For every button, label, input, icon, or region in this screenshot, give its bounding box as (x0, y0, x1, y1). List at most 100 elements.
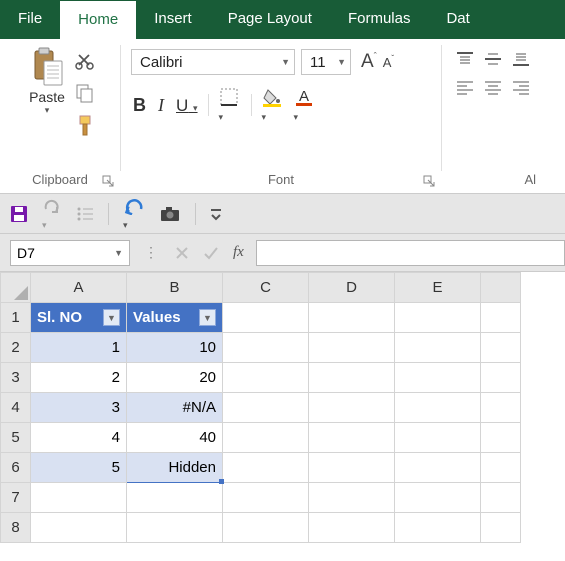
cell[interactable] (309, 513, 395, 543)
cell[interactable]: Values▼ (127, 303, 223, 333)
cell[interactable] (309, 393, 395, 423)
cell[interactable] (309, 483, 395, 513)
undo-button[interactable]: ▾ (123, 197, 145, 231)
spreadsheet-grid[interactable]: A B C D E 1 Sl. NO▼ Values▼ 2 1 10 3 2 2… (0, 272, 521, 543)
cell[interactable] (309, 423, 395, 453)
cell[interactable]: 2 (31, 363, 127, 393)
align-center-button[interactable] (484, 79, 502, 95)
tab-home[interactable]: Home (60, 0, 136, 39)
cell[interactable]: Hidden (127, 453, 223, 483)
font-color-button[interactable]: A ▾ (294, 87, 316, 123)
filter-button[interactable]: ▼ (199, 309, 216, 326)
decrease-font-button[interactable]: Aˇ (383, 54, 394, 70)
cell[interactable]: 40 (127, 423, 223, 453)
cell[interactable]: 10 (127, 333, 223, 363)
cell[interactable] (223, 483, 309, 513)
tab-page-layout[interactable]: Page Layout (210, 0, 330, 39)
cell[interactable] (127, 483, 223, 513)
cell[interactable] (481, 393, 521, 423)
enter-formula-button[interactable] (203, 246, 219, 260)
cell[interactable] (481, 483, 521, 513)
formula-bar[interactable] (256, 240, 565, 266)
row-header[interactable]: 8 (1, 513, 31, 543)
customize-qat-button[interactable] (210, 207, 222, 221)
row-header[interactable]: 1 (1, 303, 31, 333)
format-painter-button[interactable] (75, 115, 95, 137)
cell[interactable] (31, 483, 127, 513)
cell[interactable]: 1 (31, 333, 127, 363)
align-bottom-button[interactable] (512, 51, 530, 67)
dialog-launcher[interactable] (102, 175, 114, 187)
cell[interactable] (481, 333, 521, 363)
column-header[interactable] (481, 273, 521, 303)
cell[interactable] (127, 513, 223, 543)
align-left-button[interactable] (456, 79, 474, 95)
cell[interactable] (481, 303, 521, 333)
filter-button[interactable]: ▼ (103, 309, 120, 326)
cell[interactable] (309, 303, 395, 333)
row-header[interactable]: 7 (1, 483, 31, 513)
cell[interactable] (481, 423, 521, 453)
underline-button[interactable]: U ▾ (176, 96, 198, 116)
cell[interactable] (395, 333, 481, 363)
tab-formulas[interactable]: Formulas (330, 0, 429, 39)
row-header[interactable]: 2 (1, 333, 31, 363)
row-header[interactable]: 5 (1, 423, 31, 453)
copy-button[interactable] (75, 83, 95, 103)
align-top-button[interactable] (456, 51, 474, 67)
fill-color-button[interactable]: ▾ (262, 87, 284, 123)
cell[interactable] (223, 303, 309, 333)
cell[interactable] (395, 483, 481, 513)
tab-data[interactable]: Dat (428, 0, 487, 39)
cell[interactable] (223, 453, 309, 483)
borders-button[interactable]: ▾ (219, 87, 241, 123)
cell[interactable] (481, 453, 521, 483)
cell[interactable] (223, 423, 309, 453)
cell[interactable]: 20 (127, 363, 223, 393)
cell[interactable] (395, 423, 481, 453)
bold-button[interactable]: B (133, 95, 146, 116)
redo-button[interactable]: ▾ (42, 197, 62, 231)
cell[interactable] (223, 513, 309, 543)
cell[interactable] (395, 303, 481, 333)
column-header[interactable]: C (223, 273, 309, 303)
bullets-button[interactable] (76, 205, 94, 223)
cell[interactable] (223, 393, 309, 423)
cell[interactable] (395, 363, 481, 393)
cell[interactable] (309, 333, 395, 363)
font-size-selector[interactable]: 11▼ (301, 49, 351, 75)
row-header[interactable]: 3 (1, 363, 31, 393)
align-middle-button[interactable] (484, 51, 502, 67)
cut-button[interactable] (75, 51, 95, 71)
cell[interactable] (395, 393, 481, 423)
column-header[interactable]: D (309, 273, 395, 303)
cell[interactable] (309, 363, 395, 393)
row-header[interactable]: 6 (1, 453, 31, 483)
column-header[interactable]: A (31, 273, 127, 303)
cell[interactable] (395, 453, 481, 483)
cell[interactable] (309, 453, 395, 483)
tab-file[interactable]: File (0, 0, 60, 39)
cell[interactable]: Sl. NO▼ (31, 303, 127, 333)
save-button[interactable] (10, 205, 28, 223)
font-name-selector[interactable]: Calibri▼ (131, 49, 295, 75)
cell[interactable]: #N/A (127, 393, 223, 423)
align-right-button[interactable] (512, 79, 530, 95)
column-header[interactable]: E (395, 273, 481, 303)
cell[interactable]: 4 (31, 423, 127, 453)
expand-handle[interactable]: ⋮ (138, 244, 165, 261)
tab-insert[interactable]: Insert (136, 0, 210, 39)
increase-font-button[interactable]: Aˆ (361, 51, 377, 73)
cell[interactable] (481, 513, 521, 543)
column-header[interactable]: B (127, 273, 223, 303)
cancel-formula-button[interactable] (175, 246, 189, 260)
select-all-corner[interactable] (1, 273, 31, 303)
dialog-launcher[interactable] (423, 175, 435, 187)
cell[interactable] (395, 513, 481, 543)
cell[interactable]: 5 (31, 453, 127, 483)
cell[interactable]: 3 (31, 393, 127, 423)
table-resize-handle[interactable] (219, 479, 224, 484)
cell[interactable] (31, 513, 127, 543)
paste-button[interactable]: Paste ▾ (25, 47, 69, 116)
name-box[interactable]: D7▼ (10, 240, 130, 266)
